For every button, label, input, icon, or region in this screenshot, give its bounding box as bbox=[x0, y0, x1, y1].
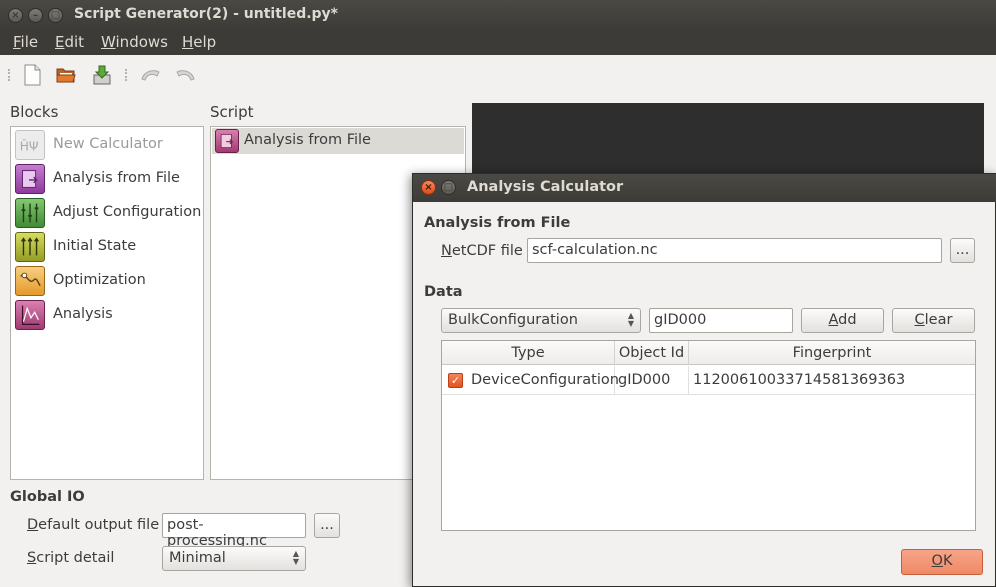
maximize-window-icon[interactable]: □ bbox=[48, 8, 63, 23]
add-button[interactable]: Add bbox=[801, 308, 884, 333]
close-window-icon[interactable]: × bbox=[8, 8, 23, 23]
browse-output-button[interactable]: ... bbox=[314, 513, 340, 538]
svg-text:ĤΨ: ĤΨ bbox=[20, 139, 39, 154]
select-arrows-icon: ▲ ▼ bbox=[627, 311, 634, 328]
object-id-input[interactable]: gID000 bbox=[649, 308, 793, 333]
window-title: Script Generator(2) - untitled.py* bbox=[74, 6, 339, 22]
analysis-from-file-section: Analysis from File bbox=[424, 215, 571, 231]
menu-bar: File Edit Windows Help bbox=[0, 31, 996, 55]
column-header-fingerprint[interactable]: Fingerprint bbox=[689, 341, 975, 365]
menu-help[interactable]: Help bbox=[182, 33, 216, 51]
analysis-icon bbox=[15, 300, 45, 330]
dialog-title: Analysis Calculator bbox=[467, 179, 624, 195]
dialog-close-icon[interactable]: × bbox=[421, 180, 436, 195]
cell-fingerprint: 11200610033714581369363 bbox=[689, 366, 975, 395]
save-download-icon[interactable] bbox=[90, 63, 114, 87]
calculator-icon: ĤΨ bbox=[15, 130, 45, 160]
script-label: Script bbox=[210, 103, 254, 121]
netcdf-file-label: NetCDF file bbox=[441, 243, 523, 259]
minimize-window-icon[interactable]: – bbox=[28, 8, 43, 23]
global-io-label: Global IO bbox=[10, 489, 85, 505]
script-detail-label: Script detail bbox=[27, 550, 115, 566]
browse-netcdf-button[interactable]: ... bbox=[950, 238, 975, 263]
analysis-calculator-dialog: × □ Analysis Calculator Analysis from Fi… bbox=[412, 173, 996, 587]
block-item-analysis-from-file[interactable]: Analysis from File bbox=[13, 162, 203, 195]
script-detail-select[interactable]: Minimal ▲ ▼ bbox=[162, 546, 306, 571]
redo-icon[interactable] bbox=[174, 63, 198, 87]
block-item-optimization[interactable]: Optimization bbox=[13, 264, 203, 297]
select-arrows-icon: ▲ ▼ bbox=[292, 549, 299, 566]
block-item-initial-state[interactable]: Initial State bbox=[13, 230, 203, 263]
toolbar-grip-2 bbox=[125, 69, 128, 81]
toolbar bbox=[0, 55, 996, 95]
column-header-object-id[interactable]: Object Id bbox=[615, 341, 689, 365]
menu-edit[interactable]: Edit bbox=[55, 33, 84, 51]
new-file-icon[interactable] bbox=[20, 63, 44, 87]
open-folder-icon[interactable] bbox=[54, 63, 78, 87]
default-output-file-label: Default output file bbox=[27, 517, 160, 533]
column-header-type[interactable]: Type bbox=[442, 341, 615, 365]
menu-file[interactable]: File bbox=[13, 33, 38, 51]
script-item-analysis-from-file[interactable]: Analysis from File bbox=[212, 128, 464, 154]
blocks-label: Blocks bbox=[10, 103, 59, 121]
data-type-select[interactable]: BulkConfiguration ▲ ▼ bbox=[441, 308, 641, 333]
ok-button[interactable]: OK bbox=[901, 549, 983, 575]
cell-type: ✓ DeviceConfiguration bbox=[442, 366, 619, 395]
menu-windows[interactable]: Windows bbox=[101, 33, 168, 51]
data-table: Type Object Id Fingerprint ✓ DeviceConfi… bbox=[441, 340, 976, 531]
dialog-title-bar: × □ Analysis Calculator bbox=[413, 174, 996, 202]
netcdf-file-input[interactable]: scf-calculation.nc bbox=[527, 238, 942, 263]
default-output-file-input[interactable]: post-processing.nc bbox=[162, 513, 306, 549]
optimization-icon bbox=[15, 266, 45, 296]
initial-state-icon bbox=[15, 232, 45, 262]
title-bar: × – □ Script Generator(2) - untitled.py* bbox=[0, 0, 996, 31]
block-item-analysis[interactable]: Analysis bbox=[13, 298, 203, 331]
cell-object-id: gID000 bbox=[615, 366, 689, 395]
data-section: Data bbox=[424, 284, 463, 300]
dialog-maximize-icon[interactable]: □ bbox=[441, 180, 456, 195]
undo-icon[interactable] bbox=[138, 63, 162, 87]
analysis-file-icon bbox=[15, 164, 45, 194]
block-item-new-calculator[interactable]: ĤΨ New Calculator bbox=[13, 128, 203, 161]
analysis-file-icon bbox=[215, 129, 239, 153]
blocks-list[interactable]: ĤΨ New Calculator Analysis from File Adj… bbox=[10, 126, 204, 480]
block-item-adjust-configuration[interactable]: Adjust Configuration bbox=[13, 196, 203, 229]
clear-button[interactable]: Clear bbox=[892, 308, 975, 333]
adjust-icon bbox=[15, 198, 45, 228]
toolbar-grip bbox=[8, 69, 11, 81]
row-checkbox[interactable]: ✓ bbox=[448, 373, 463, 388]
preview-area bbox=[472, 103, 984, 173]
